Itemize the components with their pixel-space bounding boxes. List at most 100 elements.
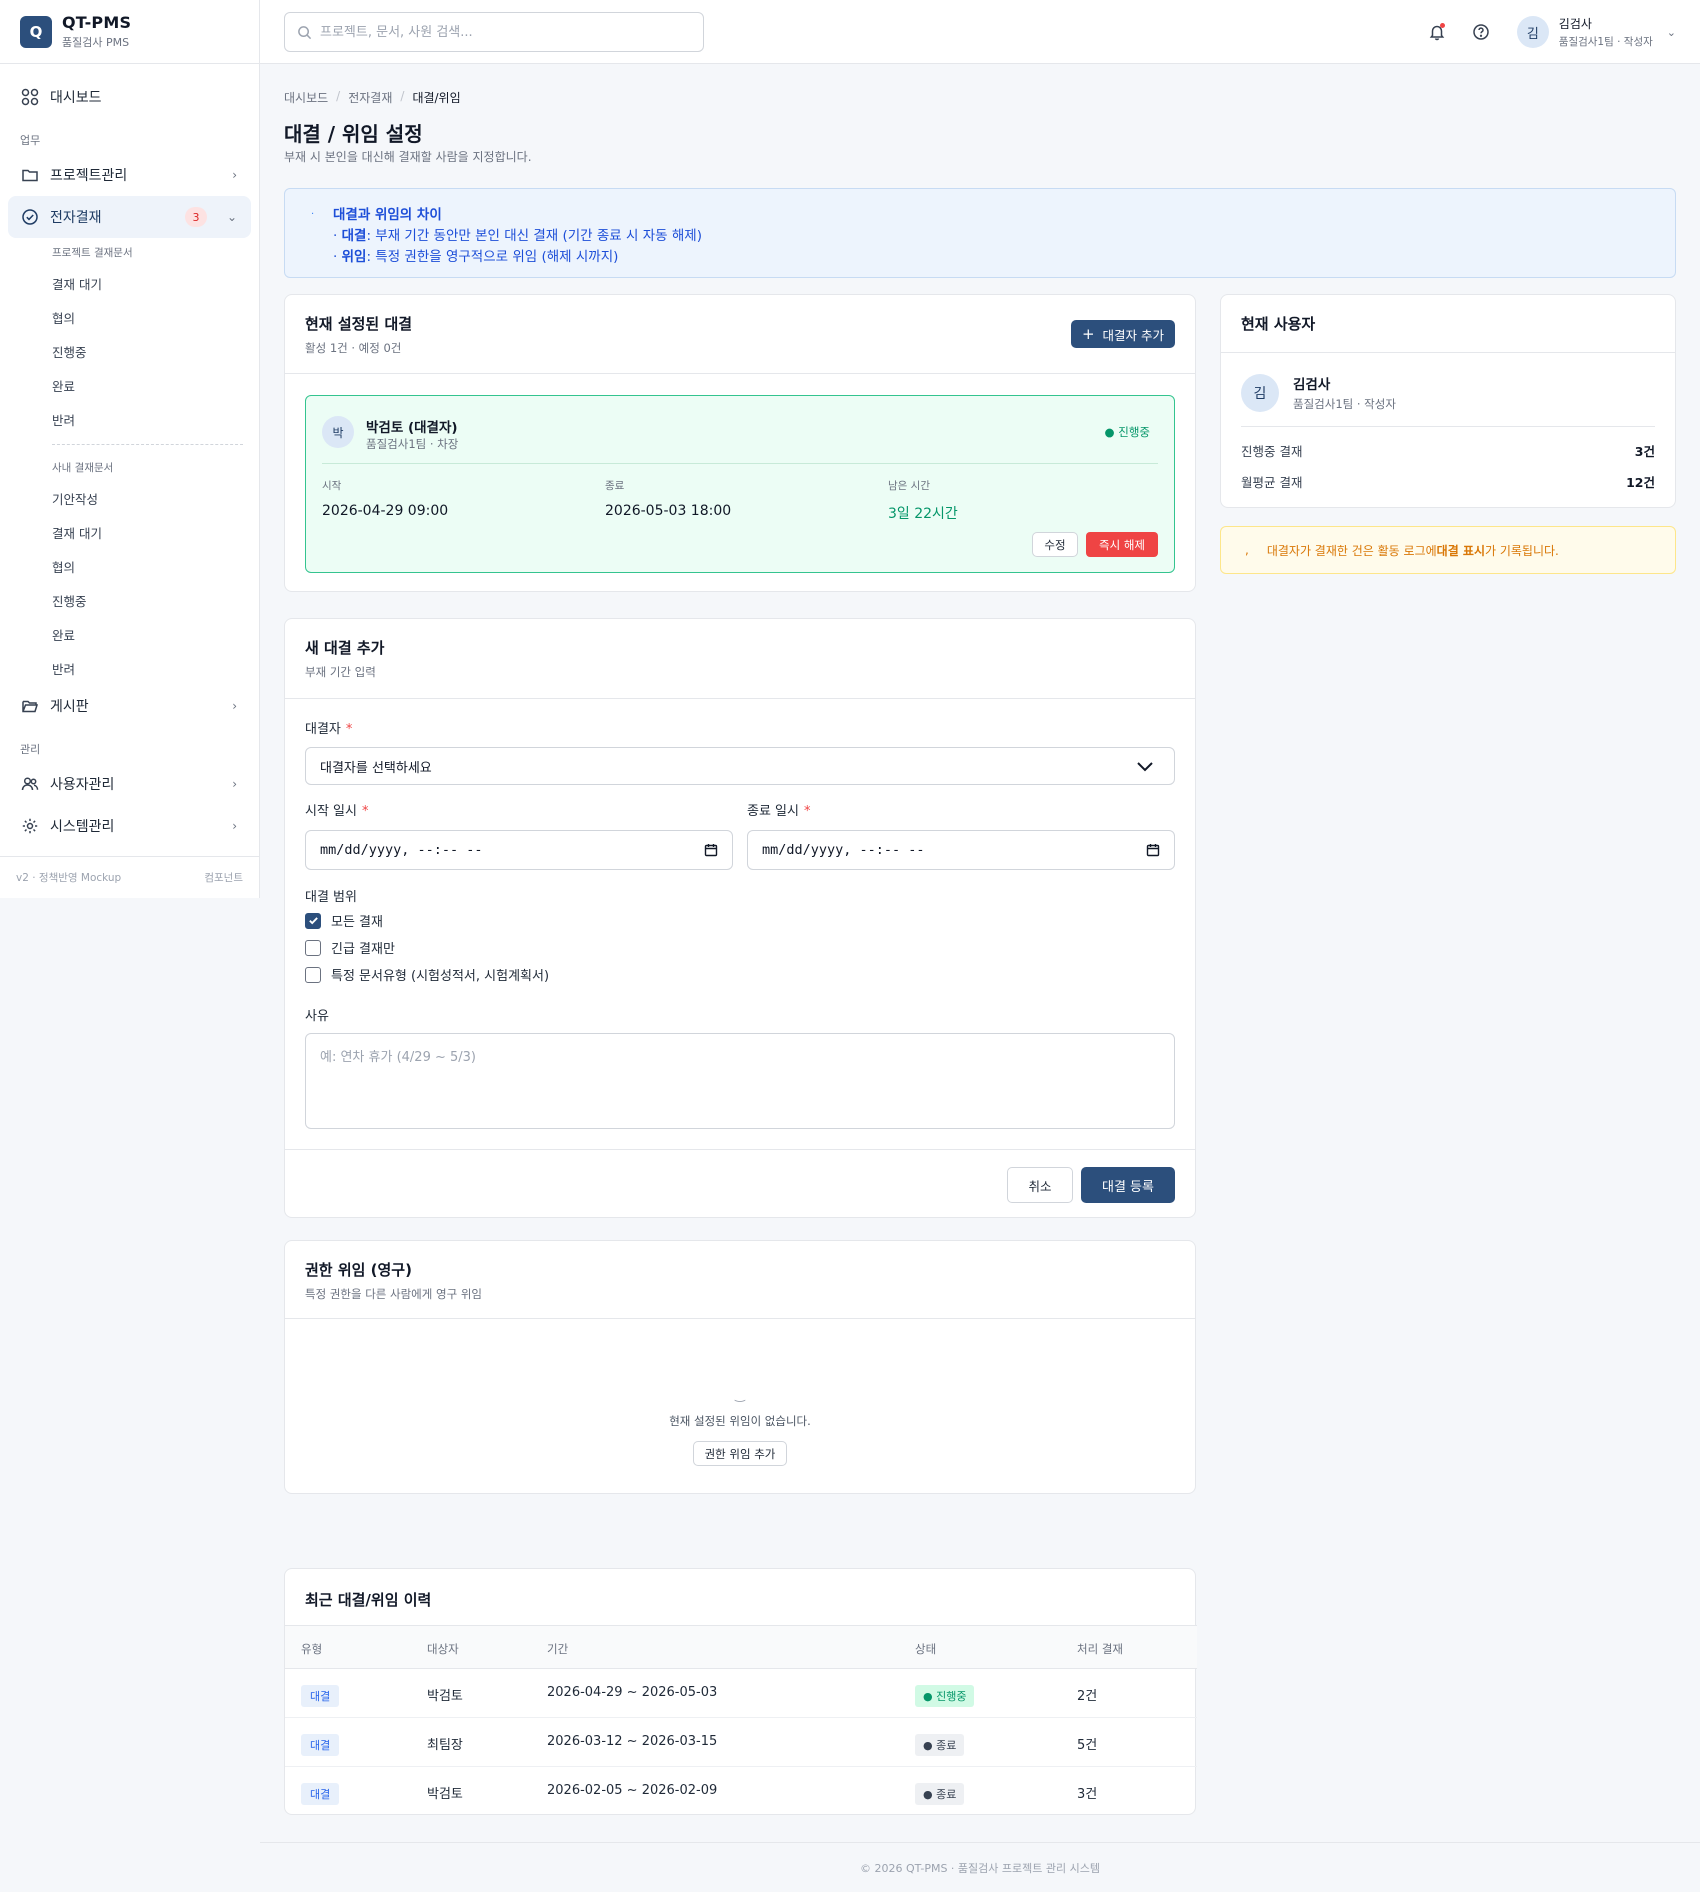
- history-card: 최근 대결/위임 이력 유형 대상자 기간 상태 처리 결재 대결 박검토 20…: [284, 1568, 1197, 1816]
- submenu-title-project-docs: 프로젝트 결재문서: [52, 246, 133, 259]
- submenu-divider: [52, 444, 243, 445]
- submenu-item[interactable]: 완료: [52, 368, 251, 402]
- sidebar: Q QT-PMS 품질검사 PMS 대시보드 업무 프로젝트관리 › 전자결재 …: [0, 0, 260, 898]
- sidebar-item-board[interactable]: 게시판 ›: [8, 685, 251, 727]
- submenu-item[interactable]: 기안작성: [52, 481, 251, 515]
- proxy-end: 종료 2026-05-03 18:00: [605, 480, 732, 519]
- submenu-item[interactable]: 반려: [52, 651, 251, 685]
- sidebar-item-approval[interactable]: 전자결재 3 ⌄: [8, 196, 251, 238]
- user-menu[interactable]: 김 김검사 품질검사1팀 · 작성자 ⌄: [1516, 15, 1676, 49]
- reason-textarea[interactable]: 예: 연차 휴가 (4/29 ~ 5/3): [305, 1033, 1175, 1129]
- grid-icon: [20, 87, 40, 107]
- submenu-item[interactable]: 협의: [52, 549, 251, 583]
- register-proxy-button[interactable]: 대결 등록: [1081, 1167, 1175, 1203]
- topbar: 김 김검사 품질검사1팀 · 작성자 ⌄: [260, 0, 1700, 64]
- history-table: 유형 대상자 기간 상태 처리 결재 대결 박검토 2026-04-29 ~ 2…: [285, 1625, 1197, 1816]
- breadcrumb: 대시보드 / 전자결재 / 대결/위임: [284, 89, 461, 106]
- table-row[interactable]: 대결 박검토 2026-02-05 ~ 2026-02-09 ● 종료 3건: [285, 1767, 1197, 1816]
- table-row[interactable]: 대결 최팀장 2026-03-12 ~ 2026-03-15 ● 종료 5건: [285, 1718, 1197, 1767]
- calendar-icon[interactable]: [704, 843, 718, 857]
- page-title: 대결 / 위임 설정: [284, 122, 423, 146]
- approval-submenu: 프로젝트 결재문서 결재 대기 협의 진행중 완료 반려 사내 결재문서 기안작…: [8, 238, 251, 685]
- breadcrumb-item[interactable]: 전자결재: [348, 89, 392, 106]
- card-subtitle: 활성 1건 · 예정 0건: [305, 341, 402, 355]
- submenu-item[interactable]: 반려: [52, 402, 251, 436]
- info-bullet-icon: ·: [311, 209, 315, 220]
- scope-option-all[interactable]: 모든 결재: [305, 911, 383, 930]
- sidebar-item-label: 대시보드: [50, 90, 102, 106]
- proxy-select[interactable]: 대결자를 선택하세요: [305, 747, 1175, 785]
- info-line-delegation: · 위임: 특정 권한을 영구적으로 위임 (해제 시까지): [333, 249, 619, 265]
- card-title: 새 대결 추가: [305, 639, 385, 657]
- topbar-actions: 김 김검사 품질검사1팀 · 작성자 ⌄: [1421, 0, 1676, 64]
- edit-proxy-button[interactable]: 수정: [1032, 532, 1078, 557]
- table-row[interactable]: 대결 박검토 2026-04-29 ~ 2026-05-03 ● 진행중 2건: [285, 1669, 1197, 1718]
- delegation-card: 권한 위임 (영구) 특정 권한을 다른 사람에게 영구 위임 ‿ 현재 설정된…: [284, 1240, 1196, 1494]
- folder-open-icon: [20, 696, 40, 716]
- scope-option-urgent[interactable]: 긴급 결재만: [305, 938, 395, 957]
- proxy-select-label: 대결자 *: [305, 722, 353, 737]
- page-description: 부재 시 본인을 대신해 결재할 사람을 지정합니다.: [284, 150, 532, 164]
- sidebar-item-system[interactable]: 시스템관리 ›: [8, 805, 251, 847]
- chevron-right-icon: ›: [232, 699, 237, 713]
- sidebar-version: v2 · 정책반영 Mockup: [16, 872, 122, 884]
- submenu-item[interactable]: 협의: [52, 300, 251, 334]
- sidebar-footer: v2 · 정책반영 Mockup 컴포넌트: [0, 856, 259, 898]
- users-icon: [20, 774, 40, 794]
- submenu-item[interactable]: 진행중: [52, 583, 251, 617]
- start-datetime-input[interactable]: mm/dd/yyyy, --:-- --: [305, 830, 733, 870]
- type-tag: 대결: [301, 1734, 340, 1756]
- breadcrumb-current: 대결/위임: [412, 91, 461, 105]
- info-box: · 대결과 위임의 차이 · 대결: 부재 기간 동안만 본인 대신 결재 (기…: [284, 188, 1676, 278]
- user-role: 품질검사1팀 · 작성자: [1558, 36, 1653, 48]
- scope-option-doc-types[interactable]: 특정 문서유형 (시험성적서, 시험계획서): [305, 965, 549, 984]
- release-proxy-button[interactable]: 즉시 해제: [1086, 532, 1158, 557]
- avatar: 김: [1516, 16, 1549, 48]
- search-input[interactable]: [320, 24, 680, 40]
- user-name: 김검사: [1558, 17, 1592, 31]
- checkbox[interactable]: [305, 966, 321, 983]
- sidebar-item-users[interactable]: 사용자관리 ›: [8, 763, 251, 805]
- add-delegation-button[interactable]: 권한 위임 추가: [693, 1441, 787, 1466]
- sidebar-item-projects[interactable]: 프로젝트관리 ›: [8, 154, 251, 196]
- end-datetime-input[interactable]: mm/dd/yyyy, --:-- --: [747, 830, 1175, 870]
- chevron-right-icon: ›: [232, 168, 237, 182]
- brand[interactable]: Q QT-PMS 품질검사 PMS: [0, 0, 259, 64]
- reason-label: 사유: [305, 1009, 329, 1024]
- stat-in-progress: 진행중 결재 3건: [1241, 444, 1655, 459]
- sidebar-nav: 대시보드 업무 프로젝트관리 › 전자결재 3 ⌄ 프로젝트 결재문서 결재 대…: [0, 64, 259, 859]
- avatar: 김: [1241, 373, 1279, 412]
- proxy-remaining: 남은 시간 3일 22시간: [888, 480, 958, 522]
- type-tag: 대결: [301, 1685, 340, 1707]
- nav-section-work: 업무: [20, 134, 41, 147]
- empty-state-icon: ‿: [735, 1388, 745, 1402]
- submenu-item[interactable]: 완료: [52, 617, 251, 651]
- status-badge: ● 종료: [915, 1783, 965, 1805]
- notification-button[interactable]: [1421, 16, 1453, 48]
- add-proxy-button[interactable]: + 대결자 추가: [1071, 320, 1175, 348]
- checkbox[interactable]: [305, 939, 321, 956]
- breadcrumb-item[interactable]: 대시보드: [284, 89, 328, 106]
- brand-title: QT-PMS: [62, 13, 132, 32]
- chevron-right-icon: ›: [232, 777, 237, 791]
- avatar: 박: [322, 416, 354, 448]
- sidebar-item-dashboard[interactable]: 대시보드: [8, 76, 251, 118]
- warning-icon: ,: [1245, 543, 1249, 557]
- submenu-item[interactable]: 결재 대기: [52, 515, 251, 549]
- brand-logo: Q: [20, 15, 52, 48]
- submenu-title-internal-docs: 사내 결재문서: [52, 461, 114, 474]
- calendar-icon[interactable]: [1146, 843, 1160, 857]
- cancel-button[interactable]: 취소: [1007, 1167, 1073, 1203]
- checkbox-checked[interactable]: [305, 912, 321, 929]
- sidebar-components-link[interactable]: 컴포넌트: [204, 870, 243, 885]
- folder-icon: [20, 165, 40, 185]
- submenu-item[interactable]: 진행중: [52, 334, 251, 368]
- help-button[interactable]: [1465, 16, 1497, 48]
- card-title: 권한 위임 (영구): [305, 1261, 412, 1279]
- card-title: 현재 설정된 대결: [305, 315, 413, 333]
- search-box[interactable]: [284, 12, 704, 52]
- card-title: 최근 대결/위임 이력: [305, 1591, 432, 1609]
- status-dot-icon: ●: [1104, 425, 1115, 439]
- submenu-item[interactable]: 결재 대기: [52, 266, 251, 300]
- chevron-right-icon: ›: [232, 819, 237, 833]
